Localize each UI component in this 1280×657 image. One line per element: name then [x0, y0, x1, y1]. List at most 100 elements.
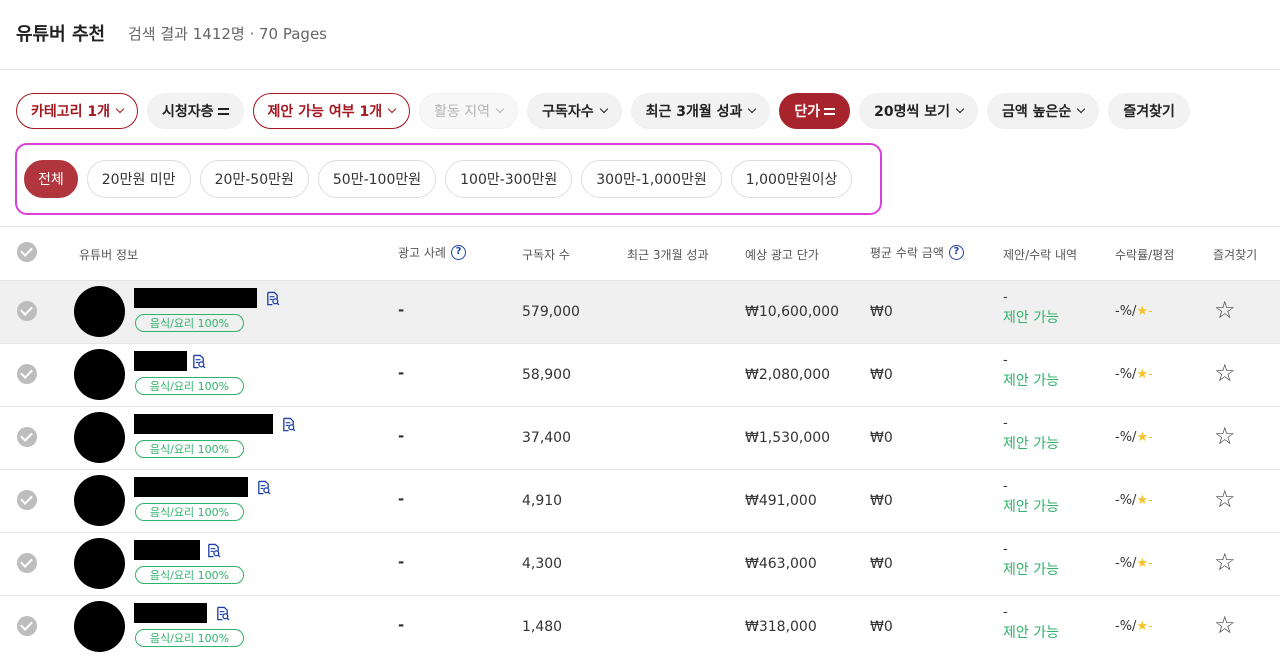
subscribers-value: 4,910	[522, 493, 562, 509]
column-subscribers[interactable]: 구독자 수	[522, 246, 570, 263]
filter-favorites[interactable]: 즐겨찾기	[1108, 93, 1190, 129]
filter-proposal-availability[interactable]: 제안 가능 여부 1개	[253, 93, 411, 129]
column-rate[interactable]: 수락률/평점	[1115, 246, 1174, 263]
avatar[interactable]	[74, 601, 125, 652]
table-row[interactable]: 음식/요리 100% - 4,300 ₩463,000 ₩0 -제안 가능 -%…	[0, 533, 1280, 596]
subscribers-value: 37,400	[522, 430, 571, 446]
filter-label: 금액 높은순	[1002, 101, 1071, 121]
channel-name-redacted[interactable]	[134, 477, 248, 497]
page-header: 유튜버 추천 검색 결과 1412명 · 70 Pages	[0, 0, 1280, 70]
row-checkbox[interactable]	[17, 616, 37, 636]
avatar[interactable]	[74, 475, 125, 526]
filter-subscribers[interactable]: 구독자수	[527, 93, 622, 129]
table-row[interactable]: 음식/요리 100% - 37,400 ₩1,530,000 ₩0 -제안 가능…	[0, 407, 1280, 470]
filter-label: 시청자층	[162, 101, 214, 121]
history-value: -	[1003, 605, 1008, 620]
filter-label: 즐겨찾기	[1123, 101, 1175, 121]
star-icon: ★	[1136, 304, 1148, 319]
chevron-down-icon	[1077, 105, 1085, 113]
column-ad-cases[interactable]: 광고 사례?	[398, 244, 466, 261]
chevron-down-icon	[956, 105, 964, 113]
report-search-icon[interactable]	[281, 417, 296, 432]
status-proposable: 제안 가능	[1003, 373, 1059, 389]
status-proposable: 제안 가능	[1003, 436, 1059, 452]
filter-bar: 카테고리 1개 시청자층 제안 가능 여부 1개 활동 지역 구독자수 최근 3…	[16, 93, 1190, 129]
price-range-all[interactable]: 전체	[24, 160, 78, 198]
help-icon[interactable]: ?	[451, 245, 466, 260]
filter-category[interactable]: 카테고리 1개	[16, 93, 138, 129]
ad-cases-value: -	[398, 301, 404, 319]
filter-recent-performance[interactable]: 최근 3개월 성과	[631, 93, 771, 129]
avg-revenue-value: ₩0	[870, 367, 893, 383]
price-range-300-1000[interactable]: 300만-1,000만원	[581, 160, 722, 198]
help-icon[interactable]: ?	[949, 245, 964, 260]
proposal-history: -제안 가능	[1003, 353, 1059, 389]
report-search-icon[interactable]	[256, 480, 271, 495]
report-search-icon[interactable]	[265, 291, 280, 306]
star-icon: ★	[1136, 430, 1148, 445]
row-checkbox[interactable]	[17, 427, 37, 447]
row-checkbox[interactable]	[17, 301, 37, 321]
table-row[interactable]: 음식/요리 100% - 58,900 ₩2,080,000 ₩0 -제안 가능…	[0, 344, 1280, 407]
avatar[interactable]	[74, 538, 125, 589]
column-favorite: 즐겨찾기	[1213, 246, 1257, 263]
avg-revenue-value: ₩0	[870, 304, 893, 320]
row-checkbox[interactable]	[17, 490, 37, 510]
chevron-down-icon	[496, 105, 504, 113]
price-range-100-300[interactable]: 100만-300만원	[445, 160, 572, 198]
table-row[interactable]: 음식/요리 100% - 1,480 ₩318,000 ₩0 -제안 가능 -%…	[0, 596, 1280, 657]
favorite-star-icon[interactable]: ☆	[1214, 361, 1236, 385]
price-value: ₩463,000	[745, 556, 817, 572]
avg-revenue-value: ₩0	[870, 556, 893, 572]
price-range-50-100[interactable]: 50만-100만원	[318, 160, 436, 198]
filter-label: 카테고리 1개	[31, 101, 110, 121]
rating-value: -	[1148, 367, 1153, 382]
star-icon: ★	[1136, 367, 1148, 382]
price-range-20-50[interactable]: 20만-50만원	[200, 160, 309, 198]
channel-name-redacted[interactable]	[134, 351, 187, 371]
report-search-icon[interactable]	[215, 606, 230, 621]
channel-name-redacted[interactable]	[134, 414, 273, 434]
report-search-icon[interactable]	[191, 354, 206, 369]
filter-page-size[interactable]: 20명씩 보기	[859, 93, 978, 129]
column-label: 광고 사례	[398, 244, 446, 261]
channel-name-redacted[interactable]	[134, 603, 207, 623]
filter-price[interactable]: 단가	[779, 93, 850, 129]
column-avg-revenue[interactable]: 평균 수락 금액?	[870, 244, 964, 261]
subscribers-value: 4,300	[522, 556, 562, 572]
favorite-star-icon[interactable]: ☆	[1214, 613, 1236, 637]
history-value: -	[1003, 416, 1008, 431]
favorite-star-icon[interactable]: ☆	[1214, 424, 1236, 448]
column-recent[interactable]: 최근 3개월 성과	[627, 246, 709, 263]
channel-name-redacted[interactable]	[134, 288, 257, 308]
rate-value: -%/	[1115, 619, 1136, 634]
filter-sort[interactable]: 금액 높은순	[987, 93, 1099, 129]
select-all-checkbox[interactable]	[17, 242, 37, 262]
result-summary: 검색 결과 1412명 · 70 Pages	[128, 23, 327, 44]
filter-region[interactable]: 활동 지역	[419, 93, 518, 129]
favorite-star-icon[interactable]: ☆	[1214, 487, 1236, 511]
row-checkbox[interactable]	[17, 364, 37, 384]
table-row[interactable]: 음식/요리 100% - 4,910 ₩491,000 ₩0 -제안 가능 -%…	[0, 470, 1280, 533]
avatar[interactable]	[74, 286, 125, 337]
favorite-star-icon[interactable]: ☆	[1214, 550, 1236, 574]
proposal-history: -제안 가능	[1003, 290, 1059, 326]
channel-name-redacted[interactable]	[134, 540, 200, 560]
column-price[interactable]: 예상 광고 단가	[745, 246, 819, 263]
price-range-under-20[interactable]: 20만원 미만	[87, 160, 191, 198]
category-tag: 음식/요리 100%	[135, 314, 244, 332]
favorite-star-icon[interactable]: ☆	[1214, 298, 1236, 322]
category-tag: 음식/요리 100%	[135, 566, 244, 584]
avatar[interactable]	[74, 349, 125, 400]
price-range-options: 전체 20만원 미만 20만-50만원 50만-100만원 100만-300만원…	[24, 160, 852, 198]
avg-revenue-value: ₩0	[870, 430, 893, 446]
report-search-icon[interactable]	[206, 543, 221, 558]
rate-rating: -%/★-	[1115, 619, 1153, 634]
filter-audience[interactable]: 시청자층	[147, 93, 244, 129]
avatar[interactable]	[74, 412, 125, 463]
price-range-over-1000[interactable]: 1,000만원이상	[731, 160, 853, 198]
row-checkbox[interactable]	[17, 553, 37, 573]
table-row[interactable]: 음식/요리 100% - 579,000 ₩10,600,000 ₩0 -제안 …	[0, 281, 1280, 344]
chevron-down-icon	[116, 105, 124, 113]
rate-rating: -%/★-	[1115, 304, 1153, 319]
